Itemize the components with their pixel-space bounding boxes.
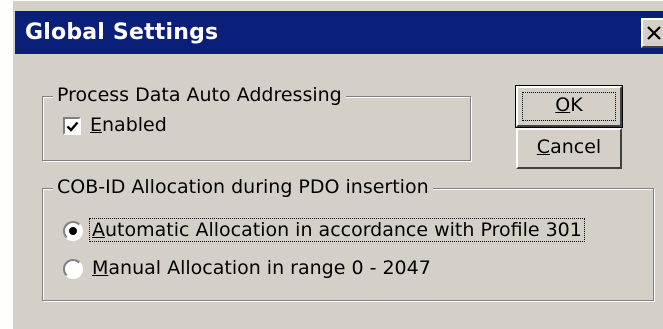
group-legend: Process Data Auto Addressing [53, 84, 346, 106]
title-bar[interactable]: Global Settings [15, 11, 663, 54]
close-button[interactable] [641, 18, 663, 48]
manual-allocation-label[interactable]: Manual Allocation in range 0 - 2047 [92, 257, 431, 279]
focus-rectangle: Automatic Allocation in accordance with … [89, 218, 585, 242]
automatic-allocation-radio[interactable] [63, 221, 83, 241]
radio-selected-dot [69, 227, 77, 235]
focus-rectangle [522, 92, 616, 121]
automatic-allocation-label[interactable]: Automatic Allocation in accordance with … [89, 218, 585, 242]
enabled-checkbox[interactable] [63, 117, 81, 135]
ok-button[interactable]: OK [515, 85, 623, 128]
enabled-label[interactable]: Enabled [90, 114, 167, 136]
window-title: Global Settings [25, 20, 219, 45]
close-icon [647, 26, 661, 40]
group-legend: COB-ID Allocation during PDO insertion [53, 176, 433, 198]
manual-allocation-radio[interactable] [63, 259, 83, 279]
global-settings-dialog: Global Settings Process Data Auto Addres… [12, 0, 663, 329]
cobid-allocation-group: COB-ID Allocation during PDO insertion A… [42, 176, 654, 301]
cancel-button[interactable]: Cancel [516, 128, 622, 169]
process-data-auto-addressing-group: Process Data Auto Addressing Enabled [42, 84, 471, 161]
checkmark-icon [66, 121, 79, 132]
